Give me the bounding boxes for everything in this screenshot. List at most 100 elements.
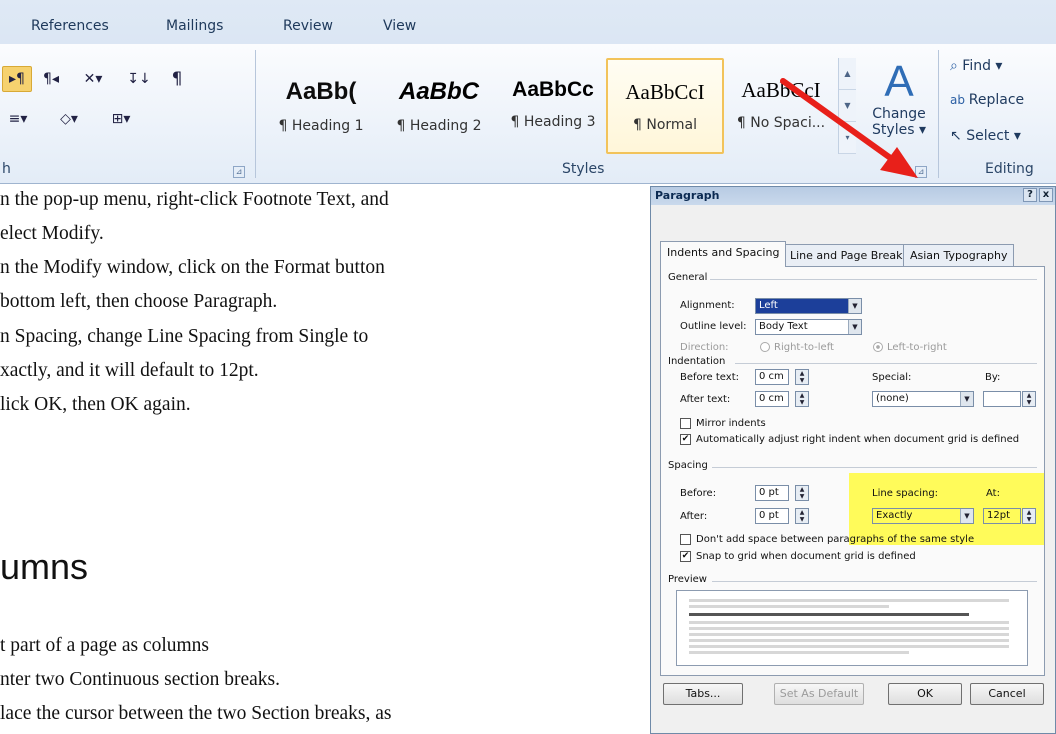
chevron-down-icon[interactable]: ▼ [960,509,973,523]
shading-icon[interactable]: ◇▾ [44,106,94,132]
auto-adjust-label: Automatically adjust right indent when d… [696,434,1020,445]
style-preview: AaBbCc [512,78,594,101]
style-heading-3[interactable]: AaBbCc ¶ Heading 3 [494,58,612,154]
tab-indents-and-spacing[interactable]: Indents and Spacing [660,241,787,267]
line-spacing-icon[interactable]: ≡▾ [2,106,34,132]
spacing-after-input[interactable]: 0 pt [755,508,789,524]
radio-right-to-left[interactable] [760,342,770,352]
spinner-icon[interactable]: ▲ ▼ [1022,508,1036,524]
preview-line [689,651,909,654]
doc-line: n the pop-up menu, right-click Footnote … [0,189,389,210]
preview-line [689,627,1009,630]
show-formatting-marks-icon[interactable]: ¶ [162,66,192,92]
style-normal[interactable]: AaBbCcI ¶ Normal [606,58,724,154]
spinner-icon[interactable]: ▲ ▼ [795,391,809,407]
paragraph-dialog-launcher[interactable]: ⊿ [233,166,245,178]
asian-layout-icon[interactable]: ✕▾ [72,66,114,92]
auto-adjust-checkbox[interactable]: ✔ [680,434,691,445]
ok-button[interactable]: OK [888,683,962,705]
doc-line: elect Modify. [0,223,104,244]
before-text-input[interactable]: 0 cm [755,369,789,385]
style-name: ¶ Heading 3 [510,114,596,130]
doc-line: t part of a page as columns [0,635,210,656]
tab-view[interactable]: View [383,18,416,34]
ltr-label: Left-to-right [887,342,947,353]
outline-level-select[interactable]: Body Text [755,319,862,335]
preview-line [689,605,889,608]
alignment-select[interactable]: Left [755,298,862,314]
preview-line [689,613,969,616]
spinner-icon[interactable]: ▲ ▼ [795,369,809,385]
tabs-button[interactable]: Tabs... [663,683,743,705]
spinner-icon[interactable]: ▲ ▼ [1022,391,1036,407]
before-text-label: Before text: [680,372,739,383]
at-input[interactable]: 12pt [983,508,1021,524]
close-icon[interactable]: x [1039,188,1053,202]
by-input[interactable] [983,391,1021,407]
radio-left-to-right[interactable] [873,342,883,352]
borders-icon[interactable]: ⊞▾ [98,106,144,132]
help-icon[interactable]: ? [1023,188,1037,202]
rtl-label: Right-to-left [774,342,834,353]
gallery-scrollbar[interactable]: ▲ ▼ ▾ [838,58,856,154]
outline-level-label: Outline level: [680,321,747,332]
line-spacing-select[interactable]: Exactly [872,508,974,524]
binoculars-icon: ⌕ [950,58,963,74]
set-as-default-button[interactable]: Set As Default [774,683,864,705]
doc-line: bottom left, then choose Paragraph. [0,291,278,312]
cancel-button[interactable]: Cancel [970,683,1044,705]
chevron-down-icon[interactable]: ▼ [848,299,861,313]
tab-references[interactable]: References [31,18,109,34]
style-name: ¶ Normal [632,117,697,133]
doc-line: n Spacing, change Line Spacing from Sing… [0,326,369,347]
styles-dialog-launcher[interactable]: ⊿ [915,166,927,178]
section-indentation: Indentation [668,356,726,367]
after-text-input[interactable]: 0 cm [755,391,789,407]
chevron-down-icon[interactable]: ▼ [960,392,973,406]
document-page[interactable]: n the pop-up menu, right-click Footnote … [0,185,640,734]
replace-button[interactable]: ab Replace [950,92,1024,108]
by-label: By: [985,372,1001,383]
tab-line-and-page-breaks[interactable]: Line and Page Breaks [783,244,916,266]
scroll-up-icon[interactable]: ▲ [839,58,856,90]
snap-to-grid-label: Snap to grid when document grid is defin… [696,551,916,562]
spinner-icon[interactable]: ▲ ▼ [795,508,809,524]
tab-review[interactable]: Review [283,18,333,34]
special-select[interactable]: (none) [872,391,974,407]
snap-to-grid-checkbox[interactable]: ✔ [680,551,691,562]
chevron-down-icon[interactable]: ▼ [848,320,861,334]
spinner-icon[interactable]: ▲ ▼ [795,485,809,501]
divider [712,467,1037,468]
replace-icon: ab [950,93,969,107]
mirror-indents-checkbox[interactable] [680,418,691,429]
direction-label: Direction: [680,342,729,353]
select-button[interactable]: ↖ Select ▾ [950,128,1021,144]
preview-line [689,639,1009,642]
doc-line: n the Modify window, click on the Format… [0,257,385,278]
doc-line: xactly, and it will default to 12pt. [0,360,259,381]
select-label: Select ▾ [966,128,1021,144]
scroll-down-icon[interactable]: ▼ [839,90,856,122]
tab-mailings[interactable]: Mailings [166,18,223,34]
spacing-before-input[interactable]: 0 pt [755,485,789,501]
tab-asian-typography[interactable]: Asian Typography [903,244,1015,266]
sort-icon[interactable]: ↧↓ [122,66,156,92]
divider [710,279,1037,280]
ltr-paragraph-icon[interactable]: ▸¶ [2,66,32,92]
group-separator [255,50,256,178]
before-label: Before: [680,488,717,499]
rtl-paragraph-icon[interactable]: ¶◂ [38,66,64,92]
change-styles-button[interactable]: A Change Styles ▾ [862,52,936,156]
gallery-more-icon[interactable]: ▾ [839,122,856,154]
paragraph-group-label: h [2,161,11,177]
style-name: ¶ No Spaci... [736,115,826,131]
preview-line [689,645,1009,648]
section-preview: Preview [668,574,707,585]
dont-add-space-checkbox[interactable] [680,534,691,545]
find-button[interactable]: ⌕ Find ▾ [950,58,1002,74]
style-no-spacing[interactable]: AaBbCcI ¶ No Spaci... [722,58,840,154]
style-heading-1[interactable]: AaBb( ¶ Heading 1 [262,58,380,154]
after-label: After: [680,511,708,522]
dialog-titlebar: Paragraph ? x [651,187,1055,205]
style-heading-2[interactable]: AaBbC ¶ Heading 2 [380,58,498,154]
